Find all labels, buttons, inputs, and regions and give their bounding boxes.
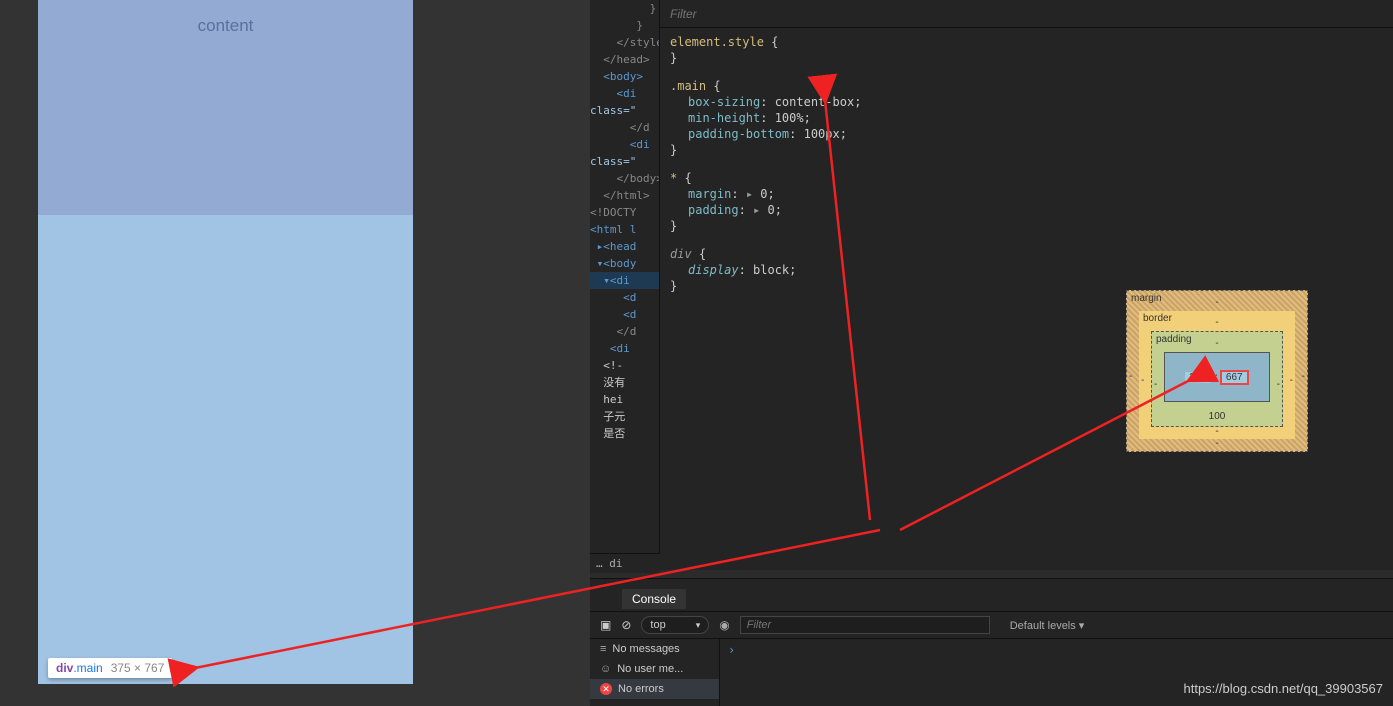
- error-icon: ✕: [600, 683, 612, 695]
- padding-bottom-value: 100: [1209, 411, 1226, 422]
- no-errors-row[interactable]: ✕ No errors: [590, 679, 719, 699]
- clear-console-icon[interactable]: ⊘: [621, 618, 631, 632]
- sidebar-toggle-icon[interactable]: ▣: [600, 618, 611, 632]
- breadcrumb[interactable]: … di: [590, 553, 660, 573]
- console-filter-input[interactable]: [740, 616, 990, 634]
- no-messages-row[interactable]: ≡ No messages: [590, 639, 719, 659]
- margin-label: margin: [1131, 293, 1162, 304]
- content-label: content: [198, 16, 254, 215]
- styles-filter-row: [660, 0, 1393, 28]
- watermark: https://blog.csdn.net/qq_39903567: [1184, 681, 1384, 696]
- content-width: 375: [1185, 372, 1210, 383]
- box-model-border: border - - - - padding - - - 100 375 × 6…: [1139, 311, 1295, 439]
- box-model-padding: padding - - - 100 375 × 667: [1151, 331, 1283, 427]
- element-inspect-tooltip: div.main 375 × 767: [48, 658, 172, 678]
- box-model-content: 375 × 667: [1164, 352, 1270, 402]
- preview-pane: content div.main 375 × 767: [0, 0, 590, 706]
- user-icon: ☺: [600, 663, 611, 675]
- log-levels-select[interactable]: Default levels ▾: [1010, 619, 1085, 632]
- styles-filter-input[interactable]: [670, 7, 870, 21]
- no-user-messages-row[interactable]: ☺ No user me...: [590, 659, 719, 679]
- box-model-diagram: margin - - - - border - - - - padding - …: [1126, 290, 1308, 452]
- elements-panel[interactable]: } } </style> </head> <body> <di class=" …: [590, 0, 660, 570]
- context-select[interactable]: top: [641, 616, 709, 634]
- console-sidebar: ≡ No messages ☺ No user me... ✕ No error…: [590, 639, 720, 706]
- tooltip-selector: div.main: [56, 661, 103, 675]
- css-rule-element-style[interactable]: element.style { }: [660, 28, 1393, 72]
- css-rule-main[interactable]: .main { box-sizing: content-box; min-hei…: [660, 72, 1393, 164]
- css-rule-star[interactable]: * { margin: ▸ 0; padding: ▸ 0; }: [660, 164, 1393, 240]
- console-toolbar: ▣ ⊘ top ◉ Default levels ▾: [590, 611, 1393, 639]
- styles-panel: element.style { } .main { box-sizing: co…: [660, 0, 1393, 570]
- content-height: 667: [1220, 370, 1249, 385]
- console-tab[interactable]: Console: [622, 589, 686, 609]
- console-prompt[interactable]: ›: [720, 639, 743, 661]
- live-expression-icon[interactable]: ◉: [719, 618, 729, 632]
- viewport-frame: content: [38, 0, 413, 684]
- list-icon: ≡: [600, 643, 606, 655]
- tooltip-dimensions: 375 × 767: [111, 661, 165, 675]
- content-banner: content: [38, 0, 413, 215]
